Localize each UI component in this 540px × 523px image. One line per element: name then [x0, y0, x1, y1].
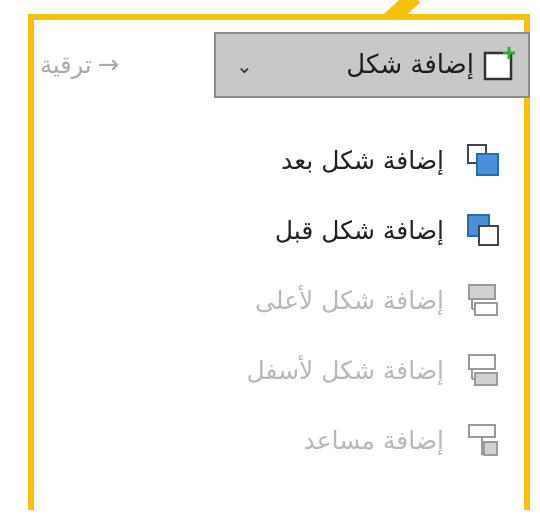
- highlight-frame: → ترقية إضافة شكل ⌄ إضافة شكل بعد إضافة …: [28, 14, 530, 510]
- chevron-down-icon[interactable]: ⌄: [236, 54, 253, 78]
- add-shape-button[interactable]: إضافة شكل ⌄: [214, 32, 530, 98]
- add-assistant-icon: [466, 423, 500, 457]
- smartart-toolbar: → ترقية إضافة شكل ⌄: [40, 30, 530, 98]
- menu-item-label: إضافة شكل قبل: [274, 215, 444, 245]
- add-shape-above-icon: [466, 283, 500, 317]
- add-shape-after-icon: [466, 143, 500, 177]
- add-shape-below-icon: [466, 353, 500, 387]
- menu-item-add-shape-above[interactable]: إضافة شكل لأعلى: [70, 270, 500, 330]
- menu-item-add-shape-below[interactable]: إضافة شكل لأسفل: [70, 340, 500, 400]
- menu-item-label: إضافة شكل لأسفل: [246, 355, 444, 385]
- promote-label: ترقية: [40, 51, 92, 79]
- menu-item-add-shape-before[interactable]: إضافة شكل قبل: [70, 200, 500, 260]
- menu-item-add-assistant[interactable]: إضافة مساعد: [70, 410, 500, 470]
- add-shape-icon: [482, 45, 518, 85]
- arrow-right-icon: →: [97, 50, 120, 80]
- menu-item-label: إضافة شكل لأعلى: [254, 285, 444, 315]
- menu-item-label: إضافة شكل بعد: [281, 145, 444, 175]
- promote-button[interactable]: → ترقية: [40, 40, 208, 90]
- menu-item-add-shape-after[interactable]: إضافة شكل بعد: [70, 130, 500, 190]
- add-shape-label: إضافة شكل: [346, 50, 474, 80]
- add-shape-before-icon: [466, 213, 500, 247]
- menu-item-label: إضافة مساعد: [303, 425, 444, 455]
